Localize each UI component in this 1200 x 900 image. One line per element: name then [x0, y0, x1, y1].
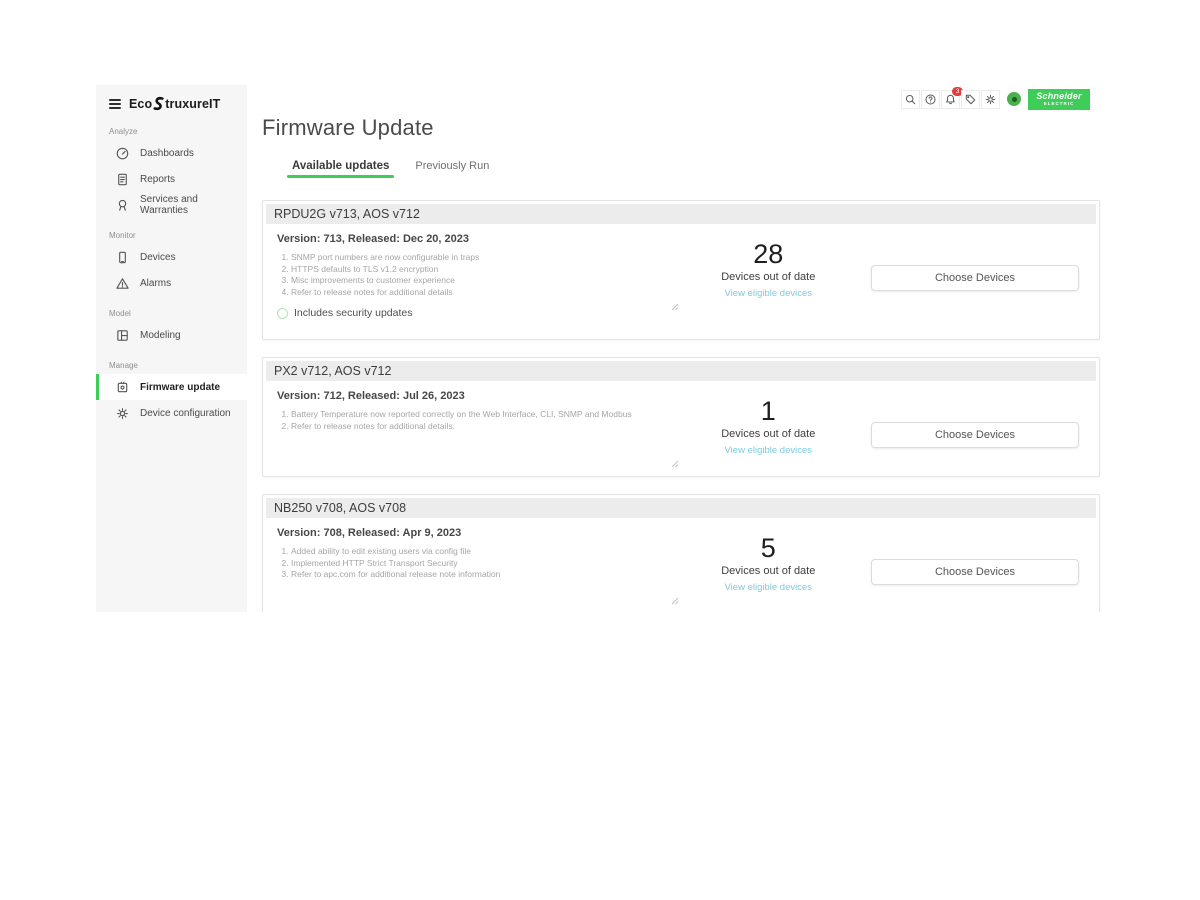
resize-grip-icon[interactable]	[671, 298, 679, 316]
sidebar-item-firmware-update[interactable]: Firmware update	[96, 374, 247, 400]
sidebar-item-devices[interactable]: Devices	[96, 244, 247, 270]
devices-out-of-date-label: Devices out of date	[666, 271, 871, 283]
alarm-warning-icon	[115, 276, 130, 291]
section-label-manage: Manage	[96, 348, 247, 374]
tab-available-updates[interactable]: Available updates	[292, 160, 389, 178]
section-label-monitor: Monitor	[96, 218, 247, 244]
security-note-label: Includes security updates	[294, 307, 412, 319]
update-card-nb250: NB250 v708, AOS v708 Version: 708, Relea…	[262, 494, 1100, 612]
card-title: PX2 v712, AOS v712	[266, 361, 1096, 381]
view-eligible-devices-link[interactable]: View eligible devices	[725, 445, 813, 456]
card-title: RPDU2G v713, AOS v712	[266, 204, 1096, 224]
main-content: Firmware Update Available updates Previo…	[262, 85, 1100, 612]
devices-out-of-date-count: 28	[666, 239, 871, 269]
update-card-rpdu2g: RPDU2G v713, AOS v712 Version: 713, Rele…	[262, 200, 1100, 340]
security-update-note: Includes security updates	[263, 301, 1099, 329]
sidebar-item-reports[interactable]: Reports	[96, 166, 247, 192]
device-icon	[115, 250, 130, 265]
devices-out-of-date-label: Devices out of date	[666, 428, 871, 440]
sidebar-item-modeling[interactable]: Modeling	[96, 322, 247, 348]
ecostruxure-logo: Eco truxure IT	[129, 96, 220, 112]
sidebar: Eco truxure IT Analyze Dashboards Report…	[96, 85, 247, 612]
sidebar-item-label: Alarms	[140, 278, 171, 289]
section-label-analyze: Analyze	[96, 114, 247, 140]
version-line: Version: 713, Released: Dec 20, 2023	[277, 233, 666, 245]
release-notes-list: SNMP port numbers are now configurable i…	[275, 252, 666, 298]
sidebar-item-label: Firmware update	[140, 382, 220, 393]
tab-bar: Available updates Previously Run	[262, 160, 1100, 178]
view-eligible-devices-link[interactable]: View eligible devices	[725, 582, 813, 593]
release-note: Implemented HTTP Strict Transport Securi…	[291, 558, 666, 570]
release-note: Refer to release notes for additional de…	[291, 287, 666, 299]
sidebar-item-services-warranties[interactable]: Services and Warranties	[96, 192, 247, 218]
choose-devices-button[interactable]: Choose Devices	[871, 559, 1079, 585]
security-shield-icon	[277, 308, 288, 319]
sidebar-item-label: Modeling	[140, 330, 181, 341]
sidebar-item-label: Dashboards	[140, 148, 194, 159]
sidebar-item-label: Devices	[140, 252, 176, 263]
devices-out-of-date-count: 5	[666, 533, 871, 563]
hamburger-menu-icon[interactable]	[109, 97, 121, 111]
sidebar-item-label: Services and Warranties	[140, 194, 247, 216]
firmware-chip-icon	[115, 380, 130, 395]
view-eligible-devices-link[interactable]: View eligible devices	[725, 288, 813, 299]
page-title: Firmware Update	[262, 115, 1100, 141]
section-label-model: Model	[96, 296, 247, 322]
release-note: HTTPS defaults to TLS v1.2 encryption	[291, 264, 666, 276]
logo-text-it: IT	[209, 97, 220, 111]
resize-grip-icon[interactable]	[671, 455, 679, 473]
sidebar-item-device-configuration[interactable]: Device configuration	[96, 400, 247, 426]
sidebar-item-alarms[interactable]: Alarms	[96, 270, 247, 296]
app-window: Eco truxure IT Analyze Dashboards Report…	[96, 85, 1104, 612]
modeling-plan-icon	[115, 328, 130, 343]
configuration-gear-icon	[115, 406, 130, 421]
version-line: Version: 708, Released: Apr 9, 2023	[277, 527, 666, 539]
choose-devices-button[interactable]: Choose Devices	[871, 422, 1079, 448]
update-card-list: RPDU2G v713, AOS v712 Version: 713, Rele…	[262, 200, 1100, 612]
devices-out-of-date-count: 1	[666, 396, 871, 426]
release-note: Battery Temperature now reported correct…	[291, 409, 666, 421]
devices-out-of-date-label: Devices out of date	[666, 565, 871, 577]
release-note: Added ability to edit existing users via…	[291, 546, 666, 558]
release-notes-list: Battery Temperature now reported correct…	[275, 409, 666, 432]
resize-grip-icon[interactable]	[671, 592, 679, 610]
release-note: Refer to apc.com for additional release …	[291, 569, 666, 581]
release-note: Refer to release notes for additional de…	[291, 421, 666, 433]
release-note: Misc improvements to customer experience	[291, 275, 666, 287]
ecostruxure-symbol-icon	[152, 96, 165, 112]
dashboard-gauge-icon	[115, 146, 130, 161]
logo-text-eco: Eco	[129, 97, 152, 111]
version-line: Version: 712, Released: Jul 26, 2023	[277, 390, 666, 402]
sidebar-item-label: Device configuration	[140, 408, 231, 419]
warranty-medal-icon	[115, 198, 130, 213]
card-title: NB250 v708, AOS v708	[266, 498, 1096, 518]
logo-text-truxure: truxure	[165, 97, 209, 111]
release-note: SNMP port numbers are now configurable i…	[291, 252, 666, 264]
sidebar-item-label: Reports	[140, 174, 175, 185]
tab-previously-run[interactable]: Previously Run	[415, 160, 489, 178]
report-document-icon	[115, 172, 130, 187]
release-notes-list: Added ability to edit existing users via…	[275, 546, 666, 581]
update-card-px2: PX2 v712, AOS v712 Version: 712, Release…	[262, 357, 1100, 477]
choose-devices-button[interactable]: Choose Devices	[871, 265, 1079, 291]
sidebar-item-dashboards[interactable]: Dashboards	[96, 140, 247, 166]
